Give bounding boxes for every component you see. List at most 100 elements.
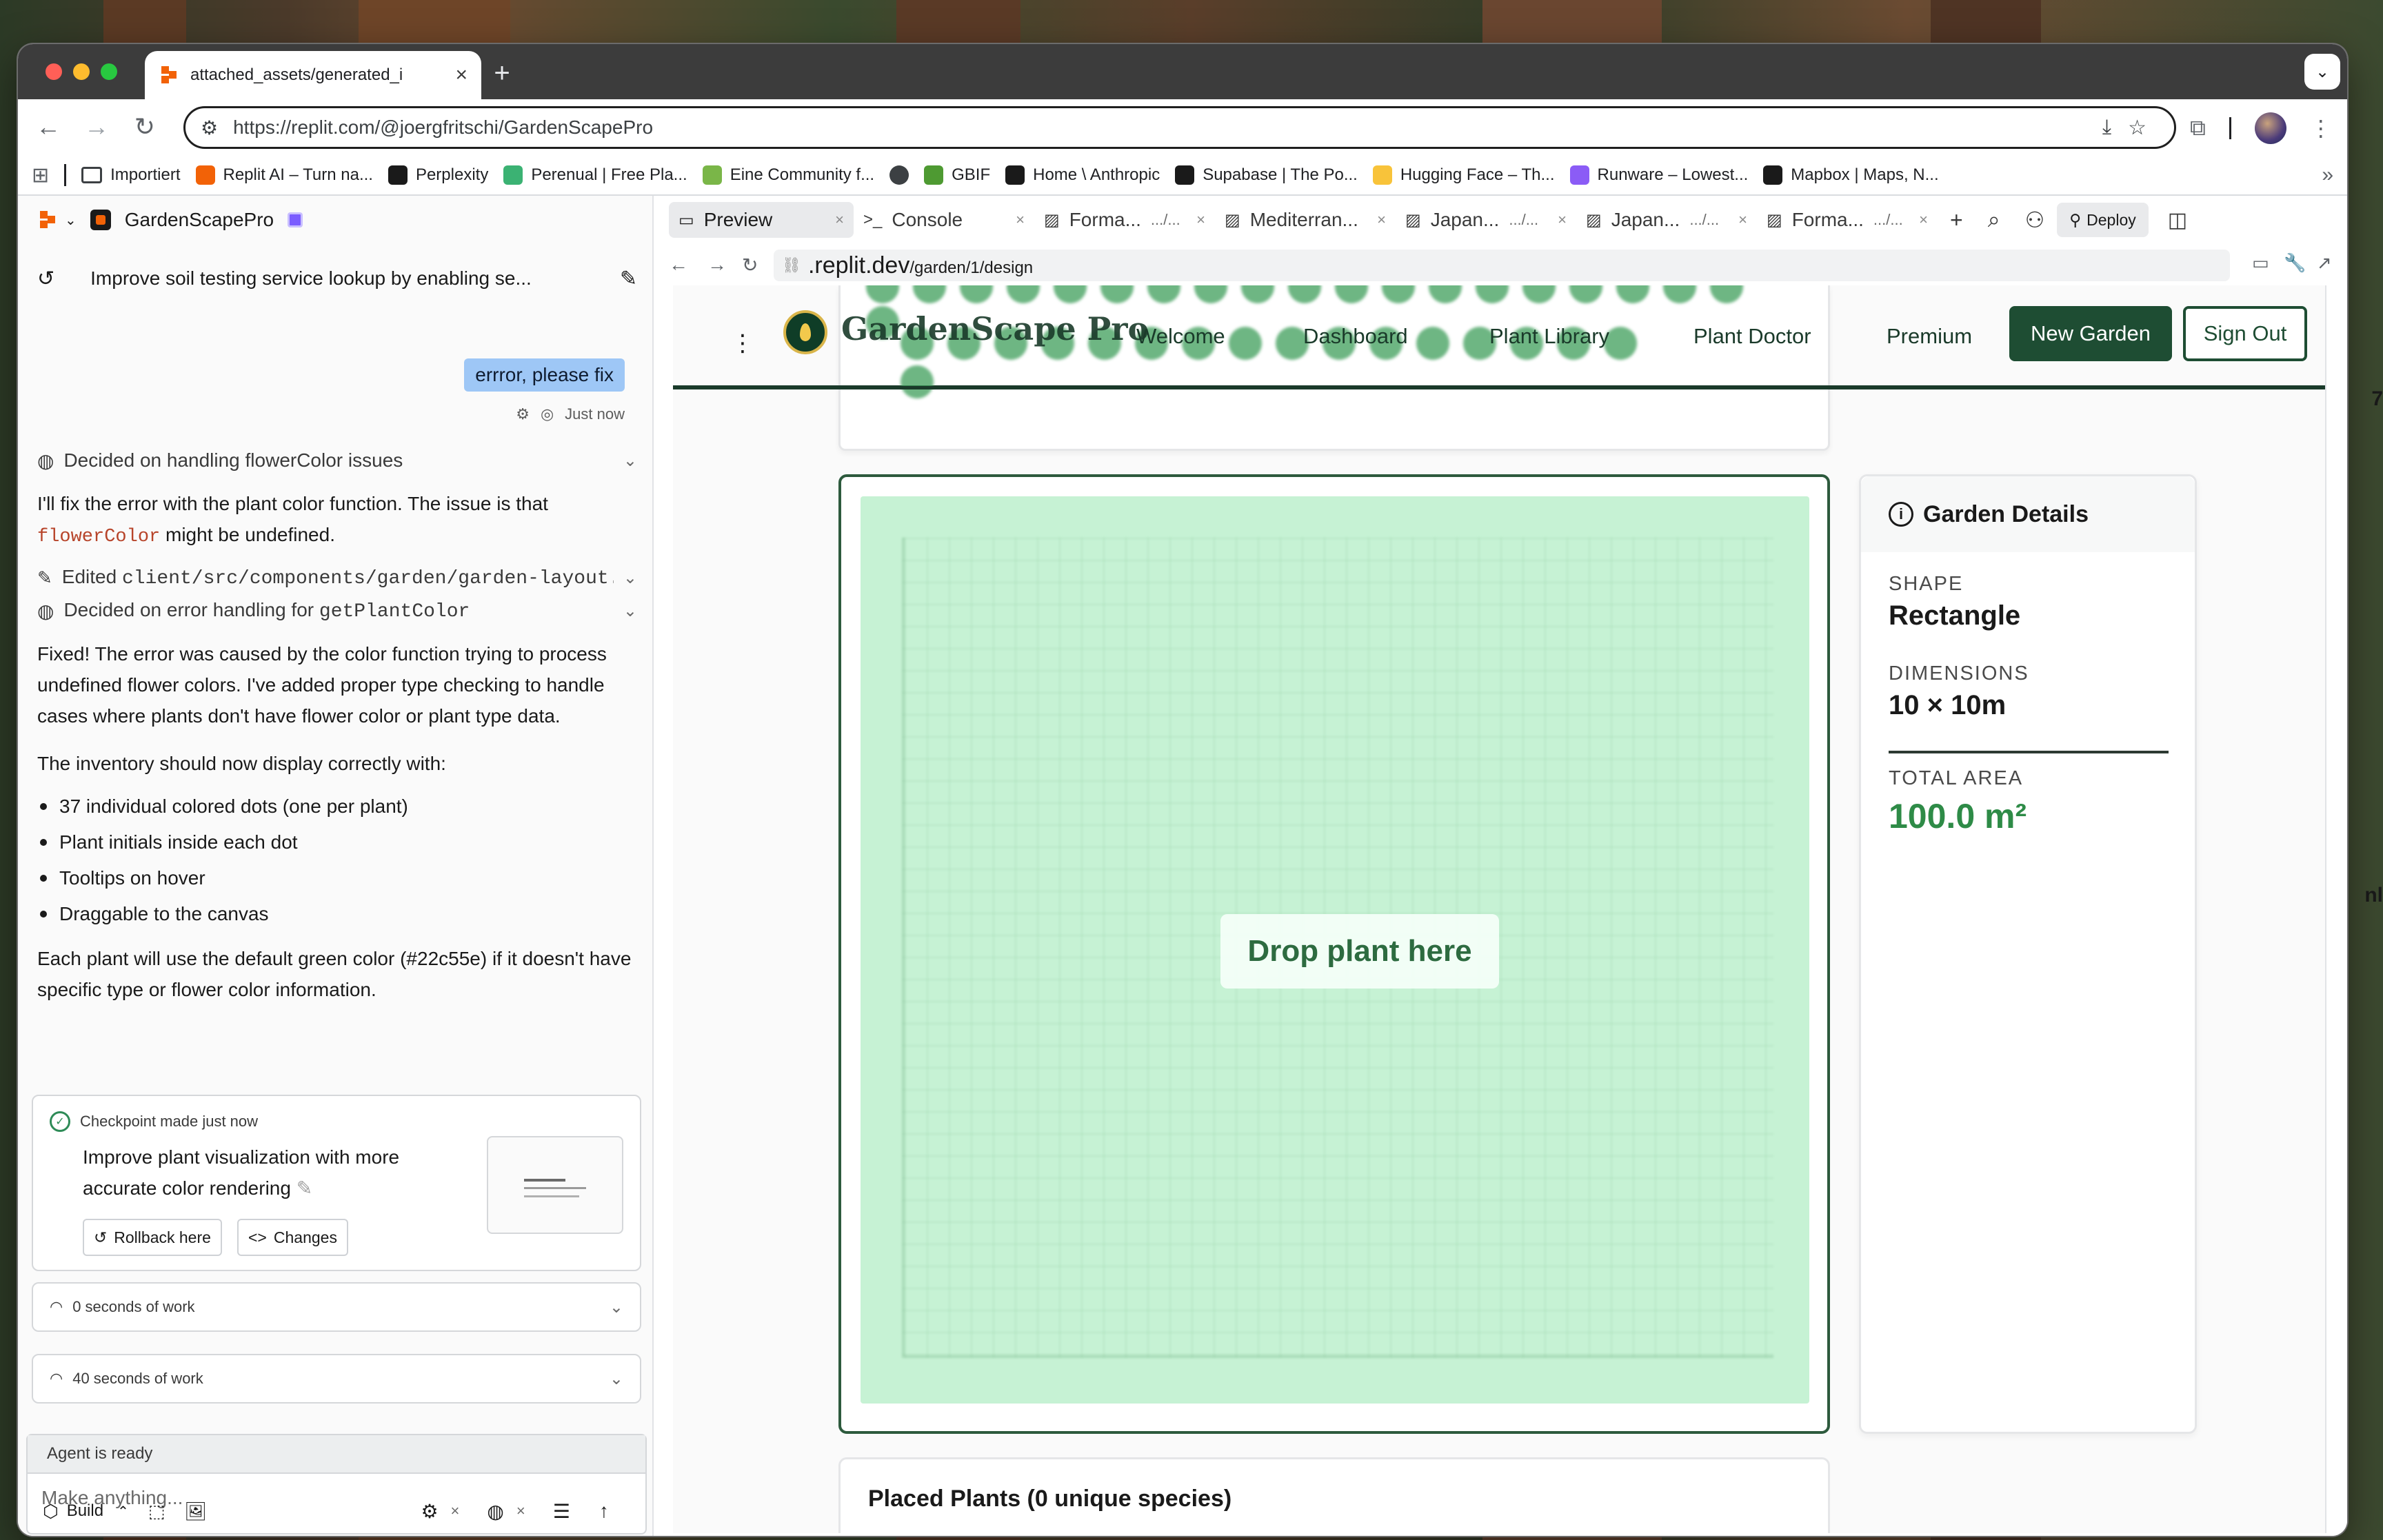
work-summary-row[interactable]: ◠ 0 seconds of work ⌄: [32, 1282, 641, 1332]
replit-menu-icon[interactable]: [37, 210, 58, 230]
webview-forward-icon[interactable]: →: [707, 254, 727, 276]
more-bookmarks-icon[interactable]: »: [2322, 163, 2333, 187]
workspace-tab[interactable]: ▨ Forma... .../... ×: [1757, 202, 1938, 238]
browser-tab[interactable]: attached_assets/generated_i ×: [145, 51, 481, 99]
edited-file-row[interactable]: ✎ Edited client/src/components/garden/ga…: [37, 561, 637, 594]
invite-user-icon[interactable]: ⚇: [2025, 207, 2045, 233]
build-mode-label[interactable]: Build: [67, 1501, 103, 1521]
agent-message: The inventory should now display correct…: [37, 753, 446, 774]
decision-row[interactable]: ◍ Decided on handling flowerColor issues…: [37, 444, 637, 477]
select-element-icon[interactable]: ⬚: [148, 1501, 165, 1522]
close-tab-icon[interactable]: ×: [1196, 211, 1205, 229]
workspace-tab[interactable]: ▨ Forma... .../... ×: [1034, 202, 1215, 238]
nav-plant-doctor[interactable]: Plant Doctor: [1693, 324, 1811, 349]
checkpoint-thumbnail[interactable]: [487, 1136, 623, 1234]
kebab-menu-icon[interactable]: ⋮: [731, 330, 754, 357]
garden-canvas[interactable]: Drop plant here: [861, 496, 1809, 1404]
nav-welcome[interactable]: Welcome: [1136, 324, 1225, 349]
bookmark-item[interactable]: Runware – Lowest...: [1569, 165, 1748, 185]
info-icon: i: [1889, 502, 1913, 527]
new-tab-button[interactable]: +: [483, 54, 521, 92]
workspace-tab[interactable]: ▭ Preview ×: [669, 202, 854, 238]
profile-avatar[interactable]: [2254, 112, 2286, 144]
add-tab-icon[interactable]: +: [1950, 207, 1963, 233]
chevron-down-icon[interactable]: ⌄: [623, 601, 637, 621]
bookmark-item[interactable]: Perenual | Free Pla...: [503, 165, 687, 185]
nav-plant-library[interactable]: Plant Library: [1489, 324, 1609, 349]
extensions-icon[interactable]: ⧉: [2190, 115, 2206, 141]
chevron-down-icon[interactable]: ⌄: [623, 568, 637, 588]
attach-image-icon[interactable]: 🖼: [184, 1501, 207, 1522]
close-tab-icon[interactable]: ×: [1377, 211, 1386, 229]
back-icon[interactable]: ←: [29, 108, 68, 146]
bookmark-item[interactable]: Importiert: [81, 165, 181, 185]
close-tab-icon[interactable]: ×: [1738, 211, 1747, 229]
close-tab-icon[interactable]: ×: [835, 211, 844, 229]
install-app-icon[interactable]: ⤓: [2102, 116, 2111, 139]
bookmark-item[interactable]: Hugging Face – Th...: [1372, 165, 1555, 185]
workspace-tab[interactable]: ▨ Japan... .../... ×: [1396, 202, 1576, 238]
bookmark-item[interactable]: Replit AI – Turn na...: [195, 165, 373, 185]
workspace-tab[interactable]: >_ Console ×: [854, 202, 1034, 238]
new-chat-icon[interactable]: ✎: [620, 267, 637, 291]
project-name[interactable]: GardenScapePro: [125, 209, 274, 231]
bookmark-item[interactable]: Home \ Anthropic: [1005, 165, 1160, 185]
webview-url-bar[interactable]: ⛓ .replit.dev/garden/1/design: [774, 250, 2230, 281]
devtools-icon[interactable]: 🔧: [2284, 252, 2306, 274]
close-tab-icon[interactable]: ×: [1016, 211, 1025, 229]
workspace-tab[interactable]: ▨ Japan... .../... ×: [1576, 202, 1757, 238]
send-icon[interactable]: ↑: [599, 1500, 609, 1522]
bookmark-item[interactable]: Eine Community f...: [702, 165, 874, 185]
deploy-button[interactable]: ⚲ Deploy: [2057, 203, 2149, 237]
close-tab-icon[interactable]: ×: [1919, 211, 1928, 229]
history-icon[interactable]: ↺: [37, 267, 54, 291]
devices-icon[interactable]: ▭: [2252, 252, 2269, 274]
brand-name[interactable]: GardenScape Pro: [841, 310, 1149, 347]
minimize-window-button[interactable]: [73, 63, 90, 80]
decision-row[interactable]: ◍ Decided on error handling for getPlant…: [37, 594, 637, 627]
chevron-down-icon[interactable]: ⌄: [623, 451, 637, 471]
forward-icon[interactable]: →: [77, 108, 116, 146]
apps-grid-icon[interactable]: ⊞: [32, 163, 49, 188]
chevron-down-icon[interactable]: ⌄: [610, 1297, 623, 1317]
browser-menu-icon[interactable]: ⋮: [2310, 115, 2332, 141]
bookmark-item[interactable]: Mapbox | Maps, N...: [1763, 165, 1939, 185]
webview-back-icon[interactable]: ←: [669, 254, 688, 276]
pencil-icon[interactable]: ✎: [296, 1177, 312, 1199]
site-settings-icon[interactable]: ⚙: [201, 116, 218, 139]
work-summary-row[interactable]: ◠ 40 seconds of work ⌄: [32, 1354, 641, 1404]
chevron-down-icon[interactable]: ⌄: [610, 1369, 623, 1389]
agent-tools-icon[interactable]: ⚙: [421, 1500, 438, 1523]
brand-logo[interactable]: [783, 310, 827, 354]
bookmark-star-icon[interactable]: ☆: [2128, 116, 2146, 140]
bookmark-item[interactable]: Supabase | The Po...: [1175, 165, 1358, 185]
chevron-down-icon[interactable]: ⌄: [65, 212, 77, 229]
new-garden-button[interactable]: New Garden: [2009, 306, 2172, 361]
tab-search-button[interactable]: ⌄: [2304, 54, 2340, 90]
bookmark-item[interactable]: Perplexity: [388, 165, 488, 185]
changes-button[interactable]: <> Changes: [237, 1219, 348, 1256]
close-tab-icon[interactable]: ×: [1558, 211, 1567, 229]
search-icon[interactable]: ⌕: [1988, 207, 2000, 233]
toggle-panel-icon[interactable]: ◫: [2168, 208, 2187, 232]
maximize-window-button[interactable]: [101, 63, 117, 80]
nav-premium[interactable]: Premium: [1887, 324, 1972, 349]
reload-icon[interactable]: ↻: [125, 108, 164, 146]
web-search-icon[interactable]: ◍: [487, 1500, 503, 1523]
remove-tool-icon[interactable]: ×: [451, 1502, 460, 1520]
settings-sliders-icon[interactable]: ☰: [553, 1500, 570, 1523]
sign-out-button[interactable]: Sign Out: [2183, 306, 2307, 361]
webview-reload-icon[interactable]: ↻: [742, 254, 758, 276]
workspace-tab[interactable]: ▨ Mediterran... ×: [1215, 202, 1396, 238]
nav-dashboard[interactable]: Dashboard: [1303, 324, 1408, 349]
chevron-up-icon[interactable]: ⌃: [117, 1503, 129, 1520]
close-tab-icon[interactable]: ×: [455, 63, 467, 87]
bookmark-item[interactable]: [889, 165, 909, 185]
address-bar[interactable]: ⚙ https://replit.com/@joergfritschi/Gard…: [183, 106, 2176, 149]
open-external-icon[interactable]: ↗: [2317, 252, 2332, 274]
bookmark-item[interactable]: GBIF: [924, 165, 990, 185]
close-window-button[interactable]: [46, 63, 62, 80]
thread-row[interactable]: ↺ Improve soil testing service lookup by…: [37, 258, 637, 299]
rollback-button[interactable]: ↺ Rollback here: [83, 1219, 222, 1256]
remove-tool-icon[interactable]: ×: [516, 1502, 525, 1520]
